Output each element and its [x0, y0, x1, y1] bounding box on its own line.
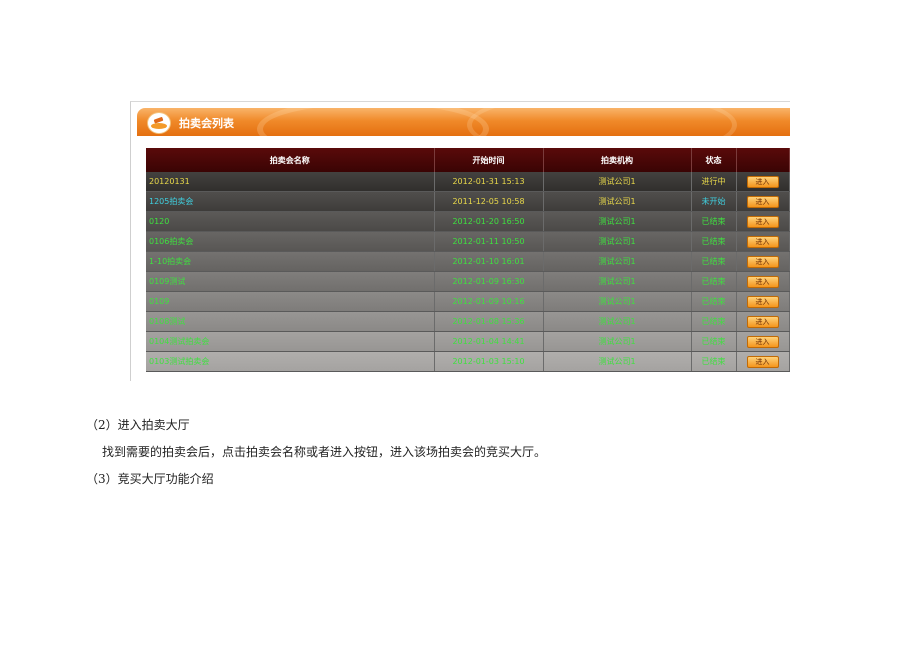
- enter-button[interactable]: 进入: [746, 215, 779, 228]
- auction-start-time: 2012-01-31 15:13: [434, 172, 544, 192]
- enter-button[interactable]: 进入: [746, 255, 779, 268]
- enter-cell: 进入: [736, 271, 790, 292]
- panel-title: 拍卖会列表: [179, 117, 234, 130]
- header-decoration: [257, 108, 489, 136]
- auction-org: 测试公司1: [543, 191, 692, 212]
- enter-cell: 进入: [736, 331, 790, 352]
- auction-status: 已结束: [691, 331, 737, 352]
- panel-header: 拍卖会列表: [137, 108, 790, 136]
- section-heading-2: （2）进入拍卖大厅: [86, 418, 190, 432]
- auction-status: 进行中: [691, 172, 737, 192]
- table-row: 0103测试拍卖会 2012-01-03 15:10 测试公司1 已结束 进入: [146, 351, 790, 372]
- column-header-status: 状态: [691, 148, 737, 172]
- table-row: 0106拍卖会 2012-01-11 10:50 测试公司1 已结束 进入: [146, 231, 790, 252]
- enter-button[interactable]: 进入: [746, 315, 779, 328]
- auction-name-link[interactable]: 0109: [146, 291, 435, 312]
- auction-org: 测试公司1: [543, 251, 692, 272]
- auction-name-link[interactable]: 0106拍卖会: [146, 231, 435, 252]
- enter-button[interactable]: 进入: [746, 355, 779, 368]
- auction-status: 已结束: [691, 291, 737, 312]
- column-header-name: 拍卖会名称: [146, 148, 435, 172]
- auction-status: 已结束: [691, 251, 737, 272]
- table-row: 0109 2012-01-09 10:16 测试公司1 已结束 进入: [146, 291, 790, 312]
- auction-name-link[interactable]: 1205拍卖会: [146, 191, 435, 212]
- auction-list-screenshot: 拍卖会列表 拍卖会名称 开始时间 拍卖机构 状态 20120131 2012-01…: [130, 101, 790, 381]
- auction-status: 已结束: [691, 211, 737, 232]
- auction-start-time: 2011-12-05 10:58: [434, 191, 544, 212]
- auction-org: 测试公司1: [543, 311, 692, 332]
- auction-org: 测试公司1: [543, 351, 692, 372]
- auction-name-link[interactable]: 0108测试: [146, 311, 435, 332]
- auction-org: 测试公司1: [543, 291, 692, 312]
- table-row: 0109测试 2012-01-09 16:30 测试公司1 已结束 进入: [146, 271, 790, 292]
- auction-start-time: 2012-01-10 16:01: [434, 251, 544, 272]
- enter-button[interactable]: 进入: [746, 335, 779, 348]
- auction-org: 测试公司1: [543, 172, 692, 192]
- auction-start-time: 2012-01-04 14:41: [434, 331, 544, 352]
- paragraph-enter-hall: 找到需要的拍卖会后，点击拍卖会名称或者进入按钮，进入该场拍卖会的竞买大厅。: [102, 445, 547, 459]
- auction-start-time: 2012-01-09 10:16: [434, 291, 544, 312]
- enter-cell: 进入: [736, 191, 790, 212]
- section-heading-3: （3）竞买大厅功能介绍: [86, 472, 214, 486]
- enter-cell: 进入: [736, 291, 790, 312]
- enter-button[interactable]: 进入: [746, 295, 779, 308]
- enter-cell: 进入: [736, 351, 790, 372]
- enter-cell: 进入: [736, 211, 790, 232]
- auction-table-body: 20120131 2012-01-31 15:13 测试公司1 进行中 进入 1205拍卖…: [146, 172, 790, 372]
- auction-org: 测试公司1: [543, 231, 692, 252]
- auction-status: 已结束: [691, 351, 737, 372]
- auction-org: 测试公司1: [543, 331, 692, 352]
- auction-status: 未开始: [691, 191, 737, 212]
- auction-status: 已结束: [691, 271, 737, 292]
- enter-cell: 进入: [736, 231, 790, 252]
- column-header-org: 拍卖机构: [543, 148, 692, 172]
- auction-name-link[interactable]: 0109测试: [146, 271, 435, 292]
- enter-button[interactable]: 进入: [746, 235, 779, 248]
- auction-name-link[interactable]: 0103测试拍卖会: [146, 351, 435, 372]
- table-row: 1-10拍卖会 2012-01-10 16:01 测试公司1 已结束 进入: [146, 251, 790, 272]
- enter-cell: 进入: [736, 311, 790, 332]
- auction-status: 已结束: [691, 311, 737, 332]
- auction-name-link[interactable]: 20120131: [146, 172, 435, 192]
- auction-start-time: 2012-01-09 16:30: [434, 271, 544, 292]
- header-decoration: [467, 108, 737, 136]
- auction-name-link[interactable]: 0120: [146, 211, 435, 232]
- table-header-row: 拍卖会名称 开始时间 拍卖机构 状态: [146, 148, 790, 172]
- auction-org: 测试公司1: [543, 211, 692, 232]
- auction-status: 已结束: [691, 231, 737, 252]
- table-row: 0120 2012-01-20 16:50 测试公司1 已结束 进入: [146, 211, 790, 232]
- enter-cell: 进入: [736, 172, 790, 192]
- enter-button[interactable]: 进入: [746, 175, 779, 188]
- column-header-time: 开始时间: [434, 148, 544, 172]
- auction-table: 拍卖会名称 开始时间 拍卖机构 状态 20120131 2012-01-31 15…: [146, 148, 790, 372]
- table-row: 20120131 2012-01-31 15:13 测试公司1 进行中 进入: [146, 172, 790, 192]
- table-row: 0108测试 2012-01-08 15:36 测试公司1 已结束 进入: [146, 311, 790, 332]
- table-row: 0104测试拍卖会 2012-01-04 14:41 测试公司1 已结束 进入: [146, 331, 790, 352]
- auction-org: 测试公司1: [543, 271, 692, 292]
- hammer-logo-icon: [147, 112, 171, 134]
- enter-button[interactable]: 进入: [746, 275, 779, 288]
- table-row: 1205拍卖会 2011-12-05 10:58 测试公司1 未开始 进入: [146, 191, 790, 212]
- auction-name-link[interactable]: 0104测试拍卖会: [146, 331, 435, 352]
- auction-start-time: 2012-01-03 15:10: [434, 351, 544, 372]
- auction-name-link[interactable]: 1-10拍卖会: [146, 251, 435, 272]
- auction-table-container: 拍卖会名称 开始时间 拍卖机构 状态 20120131 2012-01-31 15…: [146, 148, 790, 381]
- enter-button[interactable]: 进入: [746, 195, 779, 208]
- enter-cell: 进入: [736, 251, 790, 272]
- auction-start-time: 2012-01-08 15:36: [434, 311, 544, 332]
- column-header-action: [736, 148, 790, 172]
- auction-start-time: 2012-01-11 10:50: [434, 231, 544, 252]
- auction-start-time: 2012-01-20 16:50: [434, 211, 544, 232]
